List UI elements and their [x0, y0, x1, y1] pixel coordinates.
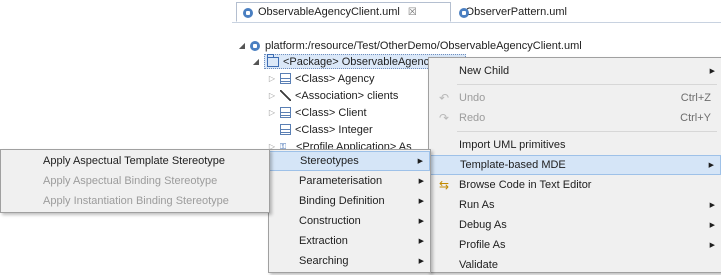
- uml-model-icon: [243, 7, 254, 18]
- redo-icon: ↷: [438, 111, 450, 125]
- tree-item-integer[interactable]: <Class> Integer: [280, 121, 373, 138]
- apply-instantiation-binding-stereotype[interactable]: Apply Instantiation Binding Stereotype: [1, 191, 269, 211]
- tree-item-label: <Association> clients: [295, 89, 399, 102]
- menu-item-new-child[interactable]: New Child ▶: [429, 61, 721, 81]
- stereotypes-submenu: Apply Aspectual Template Stereotype Appl…: [0, 149, 270, 213]
- tree-item-client[interactable]: ▷ <Class> Client: [268, 104, 367, 121]
- shortcut-label: Ctrl+Z: [680, 92, 711, 104]
- tab-observable-agency-client[interactable]: ObservableAgencyClient.uml ☒: [236, 2, 451, 22]
- shortcut-label: Ctrl+Y: [680, 112, 711, 124]
- submenu-arrow-icon: ▶: [418, 198, 424, 205]
- submenu-arrow-icon: ▶: [709, 68, 715, 75]
- apply-aspectual-template-stereotype[interactable]: Apply Aspectual Template Stereotype: [1, 151, 269, 171]
- tree-item-clients[interactable]: ▷ <Association> clients: [268, 87, 398, 104]
- submenu-item-binding-definition[interactable]: Binding Definition ▶: [269, 191, 430, 211]
- class-icon: [280, 124, 291, 135]
- submenu-arrow-icon: ▶: [709, 242, 715, 249]
- menu-separator: [457, 131, 717, 132]
- submenu-item-construction[interactable]: Construction ▶: [269, 211, 430, 231]
- package-icon: [267, 53, 279, 67]
- menu-item-import-uml-primitives[interactable]: Import UML primitives: [429, 135, 721, 155]
- submenu-item-parameterisation[interactable]: Parameterisation ▶: [269, 171, 430, 191]
- menu-item-template-based-mde[interactable]: Template-based MDE ▶: [429, 155, 721, 175]
- uml-model-icon: [459, 7, 468, 18]
- tree-item-label: <Class> Integer: [295, 123, 373, 136]
- collapsed-triangle-icon[interactable]: ▷: [268, 91, 276, 100]
- association-icon: [280, 90, 291, 101]
- submenu-arrow-icon: ▶: [708, 162, 714, 169]
- template-mde-submenu: Stereotypes ▶ Parameterisation ▶ Binding…: [268, 149, 431, 273]
- undo-icon: ↶: [438, 91, 450, 105]
- menu-item-validate[interactable]: Validate: [429, 255, 721, 275]
- submenu-arrow-icon: ▶: [418, 238, 424, 245]
- submenu-arrow-icon: ▶: [417, 158, 423, 165]
- submenu-item-stereotypes[interactable]: Stereotypes ▶: [269, 151, 430, 171]
- class-icon: [280, 73, 291, 84]
- submenu-arrow-icon: ▶: [418, 218, 424, 225]
- menu-item-undo[interactable]: ↶ Undo Ctrl+Z: [429, 88, 721, 108]
- menu-item-run-as[interactable]: Run As ▶: [429, 195, 721, 215]
- submenu-arrow-icon: ▶: [418, 178, 424, 185]
- tab-label: ObservableAgencyClient.uml: [258, 6, 400, 18]
- tree-root-label: platform:/resource/Test/OtherDemo/Observ…: [265, 39, 582, 52]
- apply-aspectual-binding-stereotype[interactable]: Apply Aspectual Binding Stereotype: [1, 171, 269, 191]
- uml-model-icon: [250, 40, 261, 51]
- tab-label: ObserverPattern.uml: [465, 6, 567, 18]
- menu-item-browse-code[interactable]: ⇆ Browse Code in Text Editor: [429, 175, 721, 195]
- menu-item-profile-as[interactable]: Profile As ▶: [429, 235, 721, 255]
- context-menu: New Child ▶ ↶ Undo Ctrl+Z ↷ Redo Ctrl+Y …: [428, 57, 721, 273]
- tree-root-row[interactable]: ◢ platform:/resource/Test/OtherDemo/Obse…: [238, 37, 582, 54]
- expanded-triangle-icon[interactable]: ◢: [252, 57, 260, 66]
- submenu-arrow-icon: ▶: [418, 258, 424, 265]
- class-icon: [280, 107, 291, 118]
- collapsed-triangle-icon[interactable]: ▷: [268, 74, 276, 83]
- menu-item-redo[interactable]: ↷ Redo Ctrl+Y: [429, 108, 721, 128]
- submenu-arrow-icon: ▶: [709, 202, 715, 209]
- menu-item-debug-as[interactable]: Debug As ▶: [429, 215, 721, 235]
- tab-observer-pattern[interactable]: ObserverPattern.uml: [453, 2, 573, 22]
- collapsed-triangle-icon[interactable]: ▷: [268, 108, 276, 117]
- submenu-arrow-icon: ▶: [709, 222, 715, 229]
- tree-item-agency[interactable]: ▷ <Class> Agency: [268, 70, 375, 87]
- browse-code-icon: ⇆: [438, 178, 450, 192]
- submenu-item-extraction[interactable]: Extraction ▶: [269, 231, 430, 251]
- model-tree: ◢ platform:/resource/Test/OtherDemo/Obse…: [238, 37, 582, 54]
- submenu-item-searching[interactable]: Searching ▶: [269, 251, 430, 271]
- tree-item-label: <Class> Agency: [295, 72, 375, 85]
- tree-item-label: <Class> Client: [295, 106, 367, 119]
- close-icon[interactable]: ☒: [408, 7, 417, 18]
- menu-separator: [457, 84, 717, 85]
- expanded-triangle-icon[interactable]: ◢: [238, 41, 246, 50]
